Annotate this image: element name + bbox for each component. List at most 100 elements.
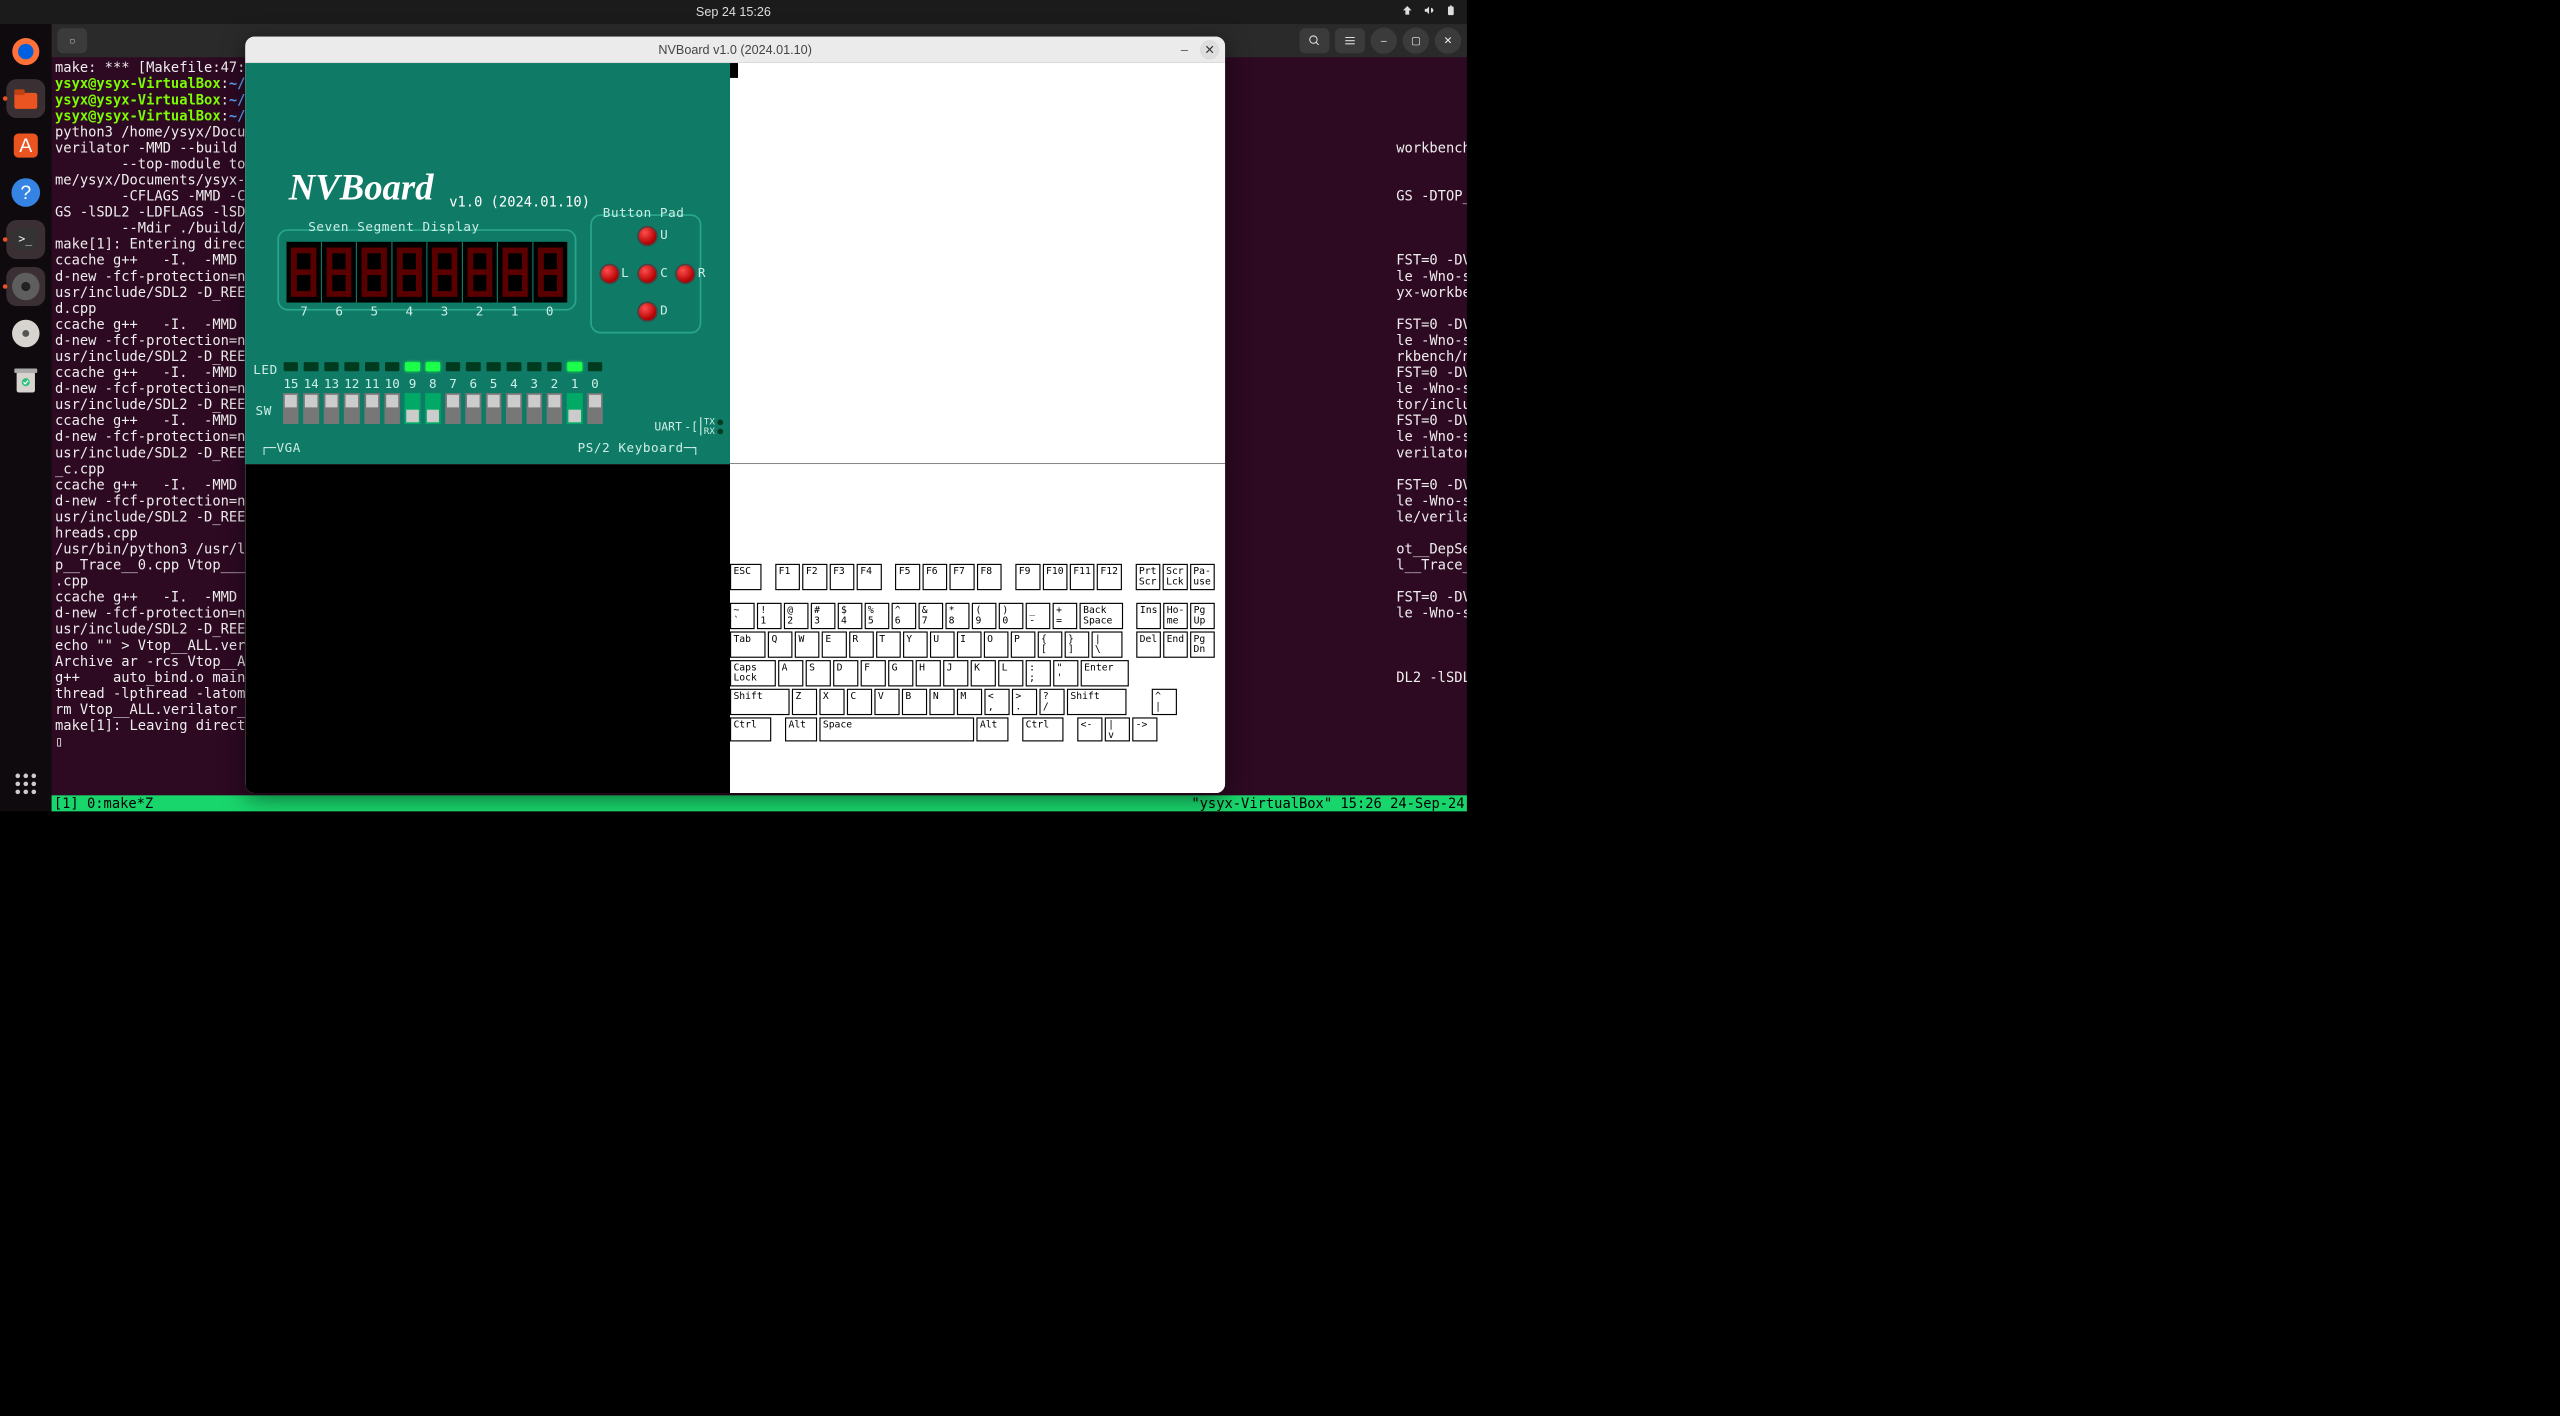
dock-terminal[interactable]: >_ xyxy=(6,220,45,259)
key[interactable]: F xyxy=(861,660,886,686)
key[interactable]: Ins xyxy=(1136,603,1161,629)
key[interactable]: (9 xyxy=(972,603,997,629)
key[interactable]: V xyxy=(874,689,899,715)
dock-trash[interactable] xyxy=(6,361,45,400)
key[interactable]: <- xyxy=(1077,717,1102,741)
nvboard-titlebar[interactable]: NVBoard v1.0 (2024.01.10) – ✕ xyxy=(245,37,1225,63)
key[interactable]: ^| xyxy=(1152,689,1177,715)
key[interactable]: *8 xyxy=(945,603,970,629)
search-button[interactable] xyxy=(1300,28,1330,53)
key[interactable]: Alt xyxy=(976,717,1008,741)
key[interactable]: CapsLock xyxy=(730,660,776,686)
key[interactable]: K xyxy=(971,660,996,686)
key[interactable]: Space xyxy=(819,717,974,741)
key[interactable]: Alt xyxy=(785,717,817,741)
key[interactable]: ESC xyxy=(730,564,762,590)
key[interactable]: F11 xyxy=(1070,564,1095,590)
dock-help[interactable]: ? xyxy=(6,173,45,212)
dock-show-apps[interactable] xyxy=(6,764,45,803)
switch-6[interactable] xyxy=(465,393,481,424)
key[interactable]: PgDn xyxy=(1190,631,1215,657)
switch-10[interactable] xyxy=(384,393,400,424)
switch-11[interactable] xyxy=(364,393,380,424)
key[interactable]: G xyxy=(888,660,913,686)
key[interactable]: D xyxy=(833,660,858,686)
switch-9[interactable] xyxy=(405,393,421,424)
key[interactable]: U xyxy=(930,631,955,657)
key[interactable]: F1 xyxy=(775,564,800,590)
nvboard-close[interactable]: ✕ xyxy=(1200,40,1219,59)
key[interactable]: Shift xyxy=(1067,689,1127,715)
key[interactable]: Pa-use xyxy=(1190,564,1215,590)
key[interactable]: S xyxy=(806,660,831,686)
key[interactable]: <, xyxy=(984,689,1009,715)
switch-12[interactable] xyxy=(344,393,360,424)
switch-1[interactable] xyxy=(567,393,583,424)
key[interactable]: Ctrl xyxy=(730,717,771,741)
dock-disks[interactable] xyxy=(6,314,45,353)
power-icon[interactable] xyxy=(1445,5,1456,20)
key[interactable]: A xyxy=(778,660,803,686)
switch-15[interactable] xyxy=(283,393,299,424)
hamburger-button[interactable] xyxy=(1335,28,1365,53)
key[interactable]: -> xyxy=(1132,717,1157,741)
key[interactable]: $4 xyxy=(838,603,863,629)
key[interactable]: M xyxy=(957,689,982,715)
key[interactable]: _- xyxy=(1026,603,1051,629)
key[interactable]: F12 xyxy=(1097,564,1122,590)
switch-13[interactable] xyxy=(324,393,340,424)
key[interactable]: ?/ xyxy=(1039,689,1064,715)
switch-4[interactable] xyxy=(506,393,522,424)
key[interactable]: Tab xyxy=(730,631,766,657)
key[interactable]: B xyxy=(902,689,927,715)
key[interactable]: F9 xyxy=(1015,564,1040,590)
key[interactable]: PgUp xyxy=(1190,603,1215,629)
key[interactable]: Z xyxy=(792,689,817,715)
key[interactable]: PrtScr xyxy=(1135,564,1160,590)
switch-14[interactable] xyxy=(303,393,319,424)
switch-3[interactable] xyxy=(526,393,542,424)
new-tab-button[interactable]: ▢ xyxy=(57,28,87,53)
key[interactable]: @2 xyxy=(784,603,809,629)
key[interactable]: W xyxy=(795,631,820,657)
key[interactable]: Ctrl xyxy=(1022,717,1063,741)
key[interactable]: Ho-me xyxy=(1163,603,1188,629)
key[interactable]: P xyxy=(1011,631,1036,657)
button-C[interactable] xyxy=(637,264,658,285)
button-L[interactable] xyxy=(599,264,620,285)
key[interactable]: X xyxy=(819,689,844,715)
key[interactable]: F2 xyxy=(802,564,827,590)
key[interactable]: E xyxy=(822,631,847,657)
activities-button[interactable] xyxy=(10,5,12,20)
key[interactable]: >. xyxy=(1012,689,1037,715)
key[interactable]: )0 xyxy=(999,603,1024,629)
key[interactable]: !1 xyxy=(757,603,782,629)
key[interactable]: F7 xyxy=(950,564,975,590)
key[interactable]: #3 xyxy=(811,603,836,629)
key[interactable]: F10 xyxy=(1043,564,1068,590)
key[interactable]: Q xyxy=(768,631,793,657)
dock-files[interactable] xyxy=(6,79,45,118)
key[interactable]: End xyxy=(1163,631,1188,657)
switch-5[interactable] xyxy=(486,393,502,424)
key[interactable]: F5 xyxy=(895,564,920,590)
key[interactable]: N xyxy=(929,689,954,715)
key[interactable]: Del xyxy=(1136,631,1161,657)
gnome-topbar[interactable]: Sep 24 15:26 xyxy=(0,0,1467,24)
key[interactable]: F8 xyxy=(977,564,1002,590)
key[interactable]: ~` xyxy=(730,603,755,629)
key[interactable]: H xyxy=(916,660,941,686)
key[interactable]: I xyxy=(957,631,982,657)
key[interactable]: C xyxy=(847,689,872,715)
button-D[interactable] xyxy=(637,301,658,322)
key[interactable]: ^6 xyxy=(891,603,916,629)
key[interactable]: %5 xyxy=(864,603,889,629)
switch-2[interactable] xyxy=(547,393,563,424)
key[interactable]: F6 xyxy=(923,564,948,590)
key[interactable]: }] xyxy=(1064,631,1089,657)
switch-0[interactable] xyxy=(587,393,603,424)
key[interactable]: BackSpace xyxy=(1080,603,1123,629)
key[interactable]: Shift xyxy=(730,689,790,715)
dock-firefox[interactable] xyxy=(6,32,45,71)
nvboard-minimize[interactable]: – xyxy=(1175,40,1194,59)
